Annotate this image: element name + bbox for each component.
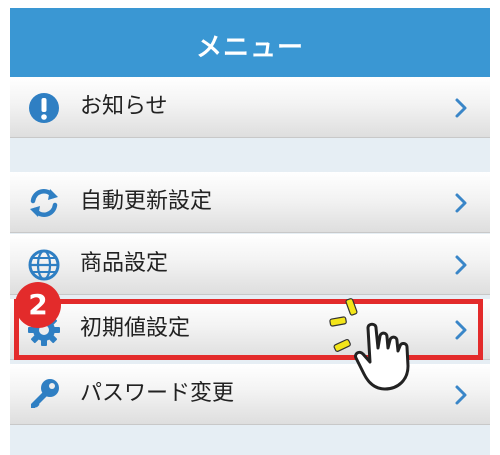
- step-badge: 2: [15, 282, 61, 328]
- tap-hand-icon: [329, 298, 410, 391]
- menu-header: メニュー: [10, 8, 490, 83]
- menu-item-auto-update[interactable]: 自動更新設定: [10, 172, 490, 233]
- menu-item-label: お知らせ: [80, 94, 168, 119]
- chevron-right-icon: [455, 193, 467, 213]
- menu-item-label: 商品設定: [80, 251, 169, 276]
- chevron-right-icon: [455, 255, 467, 275]
- key-icon: [31, 379, 59, 408]
- section-divider: [10, 425, 490, 455]
- menu-item-label: 初期値設定: [80, 316, 191, 341]
- chevron-right-icon: [455, 320, 467, 340]
- menu-item-product-settings[interactable]: 商品設定: [10, 234, 490, 295]
- info-icon: [29, 93, 59, 123]
- chevron-right-icon: [455, 385, 467, 405]
- refresh-icon: [30, 188, 58, 218]
- menu-item-label: 自動更新設定: [80, 189, 213, 214]
- menu-item-label: パスワード変更: [80, 381, 235, 406]
- menu-item-notices[interactable]: お知らせ: [10, 77, 490, 138]
- page-title: メニュー: [195, 33, 304, 63]
- chevron-right-icon: [455, 98, 467, 118]
- section-divider: [10, 138, 490, 172]
- globe-icon: [28, 249, 60, 281]
